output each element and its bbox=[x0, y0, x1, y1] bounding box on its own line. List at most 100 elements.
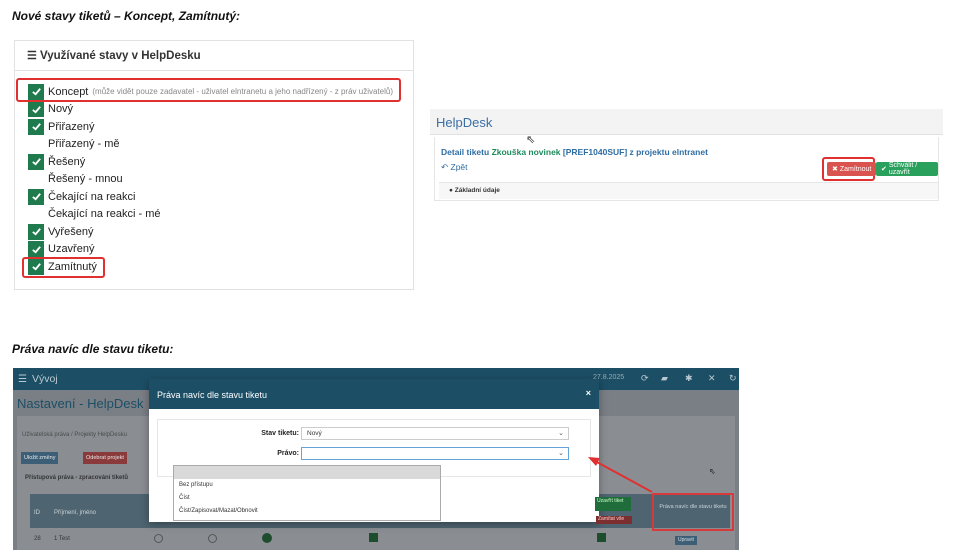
reject-label: Zamítnout bbox=[839, 165, 872, 173]
row-name: 1 Test bbox=[54, 536, 70, 542]
heading-extra-rights: Práva navíc dle stavu tiketu: bbox=[12, 342, 174, 356]
dropdown-option-empty[interactable] bbox=[174, 466, 440, 479]
status-label: Přiřazený - mě bbox=[48, 138, 120, 151]
checkbox-checked-icon[interactable] bbox=[28, 118, 44, 135]
modal-header: Práva navíc dle stavu tiketu × bbox=[149, 379, 599, 409]
back-icon: ↶ bbox=[441, 162, 449, 172]
basic-info-section[interactable]: ● Základní údaje bbox=[439, 182, 938, 199]
table-row bbox=[30, 531, 730, 550]
delete-project-button[interactable]: Odebrat projekt bbox=[83, 452, 127, 464]
sync-icon[interactable]: ↻ bbox=[729, 373, 737, 384]
status-row[interactable]: Přiřazený bbox=[28, 118, 393, 136]
reject-button[interactable]: ✖ Zamítnout bbox=[827, 162, 877, 176]
ticket-name: Zkouška novinek bbox=[491, 147, 561, 157]
checkbox-empty[interactable] bbox=[28, 171, 44, 187]
chevron-down-icon: ⌄ bbox=[558, 430, 564, 437]
status-row[interactable]: Řešený - mnou bbox=[28, 171, 393, 189]
checkbox-checked-icon[interactable] bbox=[28, 153, 44, 170]
delete-project-label: Odebrat projekt bbox=[86, 455, 124, 461]
page-title: Nastavení - HelpDesk bbox=[17, 396, 144, 411]
approve-label: Schválit / uzavřít bbox=[888, 162, 918, 176]
checkbox-checked-icon[interactable] bbox=[28, 101, 44, 118]
status-panel-title: Využívané stavy v HelpDesku bbox=[40, 50, 201, 62]
status-select[interactable]: Nový ⌄ bbox=[301, 427, 569, 440]
status-row[interactable]: Čekající na reakci bbox=[28, 188, 393, 206]
save-changes-button[interactable]: Uložit změny bbox=[21, 452, 59, 464]
status-row[interactable]: Vyřešený bbox=[28, 223, 393, 241]
checkbox-checked[interactable] bbox=[369, 533, 378, 542]
back-label: Zpět bbox=[450, 162, 468, 172]
edit-button[interactable]: Upravit bbox=[675, 536, 697, 545]
list-icon: ☰ bbox=[27, 50, 37, 62]
checkbox-checked-icon[interactable] bbox=[28, 241, 44, 258]
reject-all-column-label: Zamítat vše bbox=[596, 516, 632, 524]
extra-rights-column-header: Práva navíc dle stavu tiketu bbox=[659, 504, 727, 510]
save-changes-label: Uložit změny bbox=[24, 455, 56, 461]
highlight-zamitnuty bbox=[22, 257, 105, 278]
ticket-detail-panel: HelpDesk ⇖ Detail tiketu Zkouška novinek… bbox=[430, 109, 943, 201]
ticket-detail-prefix: Detail tiketu bbox=[441, 147, 490, 157]
status-list: Koncept (může vidět pouze zadavatel - uži… bbox=[28, 83, 393, 276]
flag-icon[interactable]: ▰ bbox=[661, 373, 668, 384]
users-icon: ● bbox=[449, 187, 453, 194]
row-id: 28 bbox=[34, 536, 41, 542]
dropdown-option-no-access[interactable]: Bez přístupu bbox=[174, 479, 440, 492]
right-select[interactable]: ⌄ bbox=[301, 447, 569, 460]
right-dropdown-list[interactable]: Bez přístupu Číst Číst/Zapisovat/Mazat/O… bbox=[173, 465, 441, 521]
ticket-detail-body: Detail tiketu Zkouška novinek [PREF1040S… bbox=[434, 137, 939, 201]
check-icon: ✔ bbox=[881, 166, 889, 173]
status-label: Uzavřený bbox=[48, 243, 95, 256]
status-row[interactable]: Nový bbox=[28, 101, 393, 119]
ticket-detail-suffix: [PREF1040SUF] z projektu elntranet bbox=[562, 147, 708, 157]
status-select-value: Nový bbox=[307, 430, 322, 437]
basic-info-label: Základní údaje bbox=[454, 187, 500, 194]
helpdesk-topbar: HelpDesk bbox=[430, 109, 943, 135]
checkbox-checked-icon[interactable] bbox=[28, 223, 44, 240]
mouse-cursor-icon: ⇖ bbox=[709, 467, 716, 476]
status-row[interactable]: Uzavřený bbox=[28, 241, 393, 259]
status-label: Vyřešený bbox=[48, 225, 94, 238]
highlight-koncept bbox=[16, 78, 401, 102]
status-row[interactable]: Čekající na reakci - mé bbox=[28, 206, 393, 224]
close-icon[interactable]: × bbox=[586, 388, 591, 398]
x-icon: ✖ bbox=[832, 166, 840, 173]
col-name: Příjmení, jméno bbox=[54, 510, 97, 516]
checkbox-checked[interactable] bbox=[597, 533, 606, 542]
status-label: Čekající na reakci - mé bbox=[48, 208, 161, 221]
approve-close-button[interactable]: ✔ Schválit / uzavřít bbox=[876, 162, 938, 176]
checkbox-checked-icon[interactable] bbox=[28, 188, 44, 205]
settings-icon[interactable]: ✱ bbox=[685, 373, 693, 384]
edit-label: Upravit bbox=[678, 537, 694, 543]
app-name: Vývoj bbox=[32, 373, 58, 385]
ticket-detail-title: Detail tiketu Zkouška novinek [PREF1040S… bbox=[441, 147, 708, 157]
status-panel-header: ☰ Využívané stavy v HelpDesku bbox=[15, 41, 413, 71]
checkbox-empty[interactable] bbox=[28, 136, 44, 152]
helpdesk-app-title: HelpDesk bbox=[436, 115, 493, 130]
status-row[interactable]: Přiřazený - mě bbox=[28, 136, 393, 154]
dropdown-option-read[interactable]: Číst bbox=[174, 492, 440, 505]
highlight-extra-rights-column bbox=[652, 493, 734, 531]
close-ticket-column-label: Uzavřít tiket bbox=[595, 497, 631, 511]
status-label: Řešený bbox=[48, 155, 86, 168]
back-link[interactable]: ↶ Zpět bbox=[441, 162, 468, 173]
col-id: ID bbox=[34, 510, 40, 516]
status-label: Přiřazený bbox=[48, 120, 95, 133]
dropdown-option-full[interactable]: Číst/Zapisovat/Mazat/Obnovit bbox=[174, 505, 440, 518]
checked-radio-icon[interactable] bbox=[262, 533, 272, 543]
modal-title: Práva navíc dle stavu tiketu bbox=[157, 390, 268, 400]
status-label: Nový bbox=[48, 103, 74, 116]
status-label: Stav tiketu: bbox=[261, 430, 299, 437]
checkbox-empty[interactable] bbox=[28, 206, 44, 222]
status-row[interactable]: Řešený bbox=[28, 153, 393, 171]
radio-option[interactable] bbox=[208, 534, 217, 543]
right-label: Právo: bbox=[277, 450, 299, 457]
menu-icon[interactable]: ☰ bbox=[18, 374, 28, 385]
refresh-icon[interactable]: ⟳ bbox=[641, 373, 649, 384]
status-label: Řešený - mnou bbox=[48, 173, 123, 186]
radio-option[interactable] bbox=[154, 534, 163, 543]
chevron-down-icon: ⌄ bbox=[558, 450, 564, 457]
heading-new-statuses: Nové stavy tiketů – Koncept, Zamítnutý: bbox=[12, 9, 241, 23]
rights-subtitle: Přístupová práva - zpracování tiketů bbox=[25, 475, 129, 481]
tools-icon[interactable]: ✕ bbox=[708, 373, 716, 384]
status-label: Čekající na reakci bbox=[48, 190, 136, 203]
